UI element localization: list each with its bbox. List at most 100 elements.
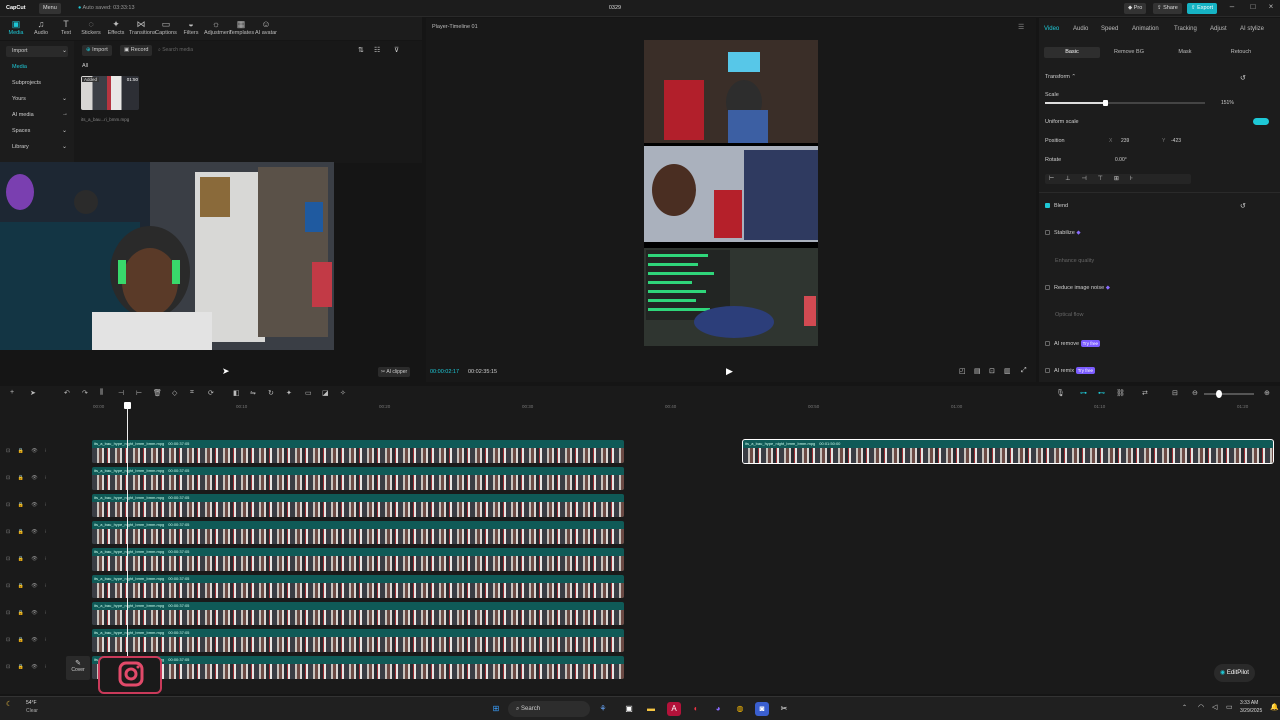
toolbar-adjustment[interactable]: ☼ Adjustment: [204, 19, 232, 36]
uniform-scale-toggle[interactable]: [1253, 118, 1269, 125]
share-button[interactable]: ⇪ Share: [1153, 3, 1182, 14]
app-blue-icon[interactable]: ◙: [755, 702, 769, 716]
chevron-down-icon[interactable]: ⌄: [62, 95, 67, 102]
track-controls[interactable]: ⊡ 🔒 👁 ⁝: [6, 583, 50, 589]
track-controls[interactable]: ⊡ 🔒 👁 ⁝: [6, 664, 50, 670]
zoom-in-icon[interactable]: ⊕: [1264, 389, 1270, 397]
video-clip[interactable]: its_a_bau_hype_night_bmm_bmm.mpg00:00:37…: [92, 521, 624, 544]
toolbar-text[interactable]: T Text: [54, 19, 78, 36]
subtab-retouch[interactable]: Retouch: [1213, 47, 1269, 58]
notification-icon[interactable]: 🔔: [1270, 703, 1279, 711]
pos-x-input[interactable]: 239: [1121, 138, 1129, 144]
toolbar-filters[interactable]: ◒ Filters: [179, 19, 203, 36]
tray-chevron-icon[interactable]: ⌃: [1182, 704, 1187, 711]
toolbar-audio[interactable]: ♫ Audio: [29, 19, 53, 36]
align-buttons[interactable]: ⊢⊥⊣⊤⊞⊦: [1045, 174, 1191, 184]
more-tools-icon[interactable]: ✧: [340, 389, 346, 397]
selected-video-clip[interactable]: its_a_bau_hype_night_bmm_bmm.mpg 00:01:50…: [742, 439, 1274, 464]
blend-row[interactable]: Blend: [1045, 203, 1068, 209]
filter-icon[interactable]: ⊽: [394, 46, 399, 54]
toolbar-captions[interactable]: ▭ Captions: [154, 19, 178, 36]
stabilize-checkbox[interactable]: [1045, 230, 1050, 236]
task-view-icon[interactable]: ▣: [622, 702, 636, 716]
video-clip[interactable]: its_a_bau_hype_night_bmm_bmm.mpg00:00:37…: [92, 629, 624, 652]
tab-speed[interactable]: Speed: [1101, 26, 1118, 32]
split-right-icon[interactable]: ⊢: [136, 389, 142, 397]
toolbar-stickers[interactable]: ◌ Stickers: [79, 19, 103, 36]
rotate-icon[interactable]: ↻: [268, 389, 274, 397]
track-controls[interactable]: ⊡ 🔒 👁 ⁝: [6, 529, 50, 535]
subtab-mask[interactable]: Mask: [1157, 47, 1213, 58]
reduce-noise-row[interactable]: Reduce image noise ◆: [1045, 285, 1110, 291]
player-menu-icon[interactable]: ☰: [1018, 23, 1024, 31]
capcut-taskbar-icon[interactable]: ✂: [777, 702, 791, 716]
preview-axis-icon[interactable]: ⇄: [1142, 389, 1148, 397]
video-clip[interactable]: its_a_bau_hype_night_bmm_bmm.mpg00:00:37…: [92, 548, 624, 571]
clock-time[interactable]: 3:33 AM: [1240, 700, 1258, 706]
speed-icon[interactable]: ⟳: [208, 389, 214, 397]
split-icon[interactable]: ⫼: [100, 389, 103, 397]
transform-header[interactable]: Transform ⌃: [1045, 74, 1076, 80]
ai-remix-checkbox[interactable]: [1045, 368, 1050, 374]
battery-icon[interactable]: ▭: [1226, 703, 1233, 711]
file-explorer-icon[interactable]: ▬: [644, 702, 658, 716]
nav-item-yours[interactable]: Yours: [6, 94, 68, 105]
marker-icon[interactable]: ◇: [172, 389, 177, 397]
toolbar-transitions[interactable]: ⋈ Transitions: [129, 19, 156, 36]
mask-icon[interactable]: ◧: [233, 389, 240, 397]
ai-remix-row[interactable]: AI remix Try free: [1045, 367, 1096, 374]
tab-tracking[interactable]: Tracking: [1174, 26, 1197, 32]
zoom-slider-knob[interactable]: [1216, 390, 1222, 398]
record-button[interactable]: ▣ Record: [120, 45, 153, 56]
maximize-icon[interactable]: □: [1246, 2, 1260, 11]
fit-timeline-icon[interactable]: ⊟: [1172, 389, 1178, 397]
minimize-icon[interactable]: –: [1225, 2, 1239, 11]
toolbar-effects[interactable]: ✦ Effects: [104, 19, 128, 36]
windows-start-icon[interactable]: ⊞: [489, 702, 503, 716]
blend-checkbox[interactable]: [1045, 203, 1050, 209]
subtab-basic[interactable]: Basic: [1044, 47, 1100, 58]
export-button[interactable]: ⇧ Export: [1187, 3, 1218, 14]
stabilize-row[interactable]: Stabilize ◆: [1045, 230, 1081, 236]
auto-snap-icon[interactable]: ⊷: [1098, 389, 1105, 397]
nav-item-library[interactable]: Library: [6, 142, 68, 153]
zoom-out-icon[interactable]: ⊖: [1192, 389, 1198, 397]
media-thumbnail[interactable]: Added 01:50: [81, 76, 139, 110]
video-clip[interactable]: its_a_bau_hype_night_bmm_bmm.mpg00:00:37…: [92, 602, 624, 625]
split-left-icon[interactable]: ⊣: [118, 389, 124, 397]
video-clip[interactable]: its_a_bau_hype_night_bmm_bmm.mpg00:00:37…: [92, 494, 624, 517]
nav-item-subprojects[interactable]: Subprojects: [6, 78, 68, 89]
fit-icon[interactable]: ⊡: [989, 367, 995, 375]
import-button[interactable]: ⊕ Import: [82, 45, 112, 56]
taskbar-search[interactable]: ⌕ Search: [508, 701, 590, 717]
tab-video[interactable]: Video: [1044, 26, 1059, 32]
redo-icon[interactable]: ↷: [82, 389, 88, 397]
toolbar-ai-avatar[interactable]: ☺ AI avatar: [254, 19, 278, 36]
toolbar-media[interactable]: ▣ Media: [4, 19, 28, 36]
close-icon[interactable]: ×: [1264, 2, 1278, 11]
chrome-icon[interactable]: ◍: [733, 702, 747, 716]
track-controls[interactable]: ⊡ 🔒 👁 ⁝: [6, 475, 50, 481]
rotate-input[interactable]: 0.00°: [1115, 157, 1127, 163]
track-controls[interactable]: ⊡ 🔒 👁 ⁝: [6, 556, 50, 562]
volume-icon[interactable]: ◁: [1212, 703, 1217, 711]
zoom-slider[interactable]: [1204, 390, 1254, 398]
ai-remove-checkbox[interactable]: [1045, 341, 1050, 347]
main-track-magnet-icon[interactable]: ⊶: [1080, 389, 1087, 397]
discord-icon[interactable]: ◕: [711, 702, 725, 716]
scale-value[interactable]: 151%: [1221, 100, 1234, 106]
tab-audio[interactable]: Audio: [1073, 26, 1088, 32]
pos-y-input[interactable]: -423: [1171, 138, 1181, 144]
filter-all-tab[interactable]: All: [82, 63, 88, 69]
nav-item-import[interactable]: Import: [6, 46, 68, 57]
toolbar-templates[interactable]: ▦ Templates: [229, 19, 254, 36]
quality-icon[interactable]: ▤: [974, 367, 981, 375]
scale-slider[interactable]: [1045, 100, 1205, 106]
nav-item-ai-media[interactable]: AI media: [6, 110, 68, 121]
video-clip[interactable]: its_a_bau_hype_night_bmm_bmm.mpg00:00:37…: [92, 656, 624, 679]
ratio-icon[interactable]: ◰: [959, 367, 966, 375]
copilot-icon[interactable]: ⚘: [596, 702, 610, 716]
ai-remove-row[interactable]: AI remove Try free: [1045, 340, 1100, 347]
tab-adjust[interactable]: Adjust: [1210, 26, 1227, 32]
delete-icon[interactable]: 🗑: [153, 389, 162, 397]
